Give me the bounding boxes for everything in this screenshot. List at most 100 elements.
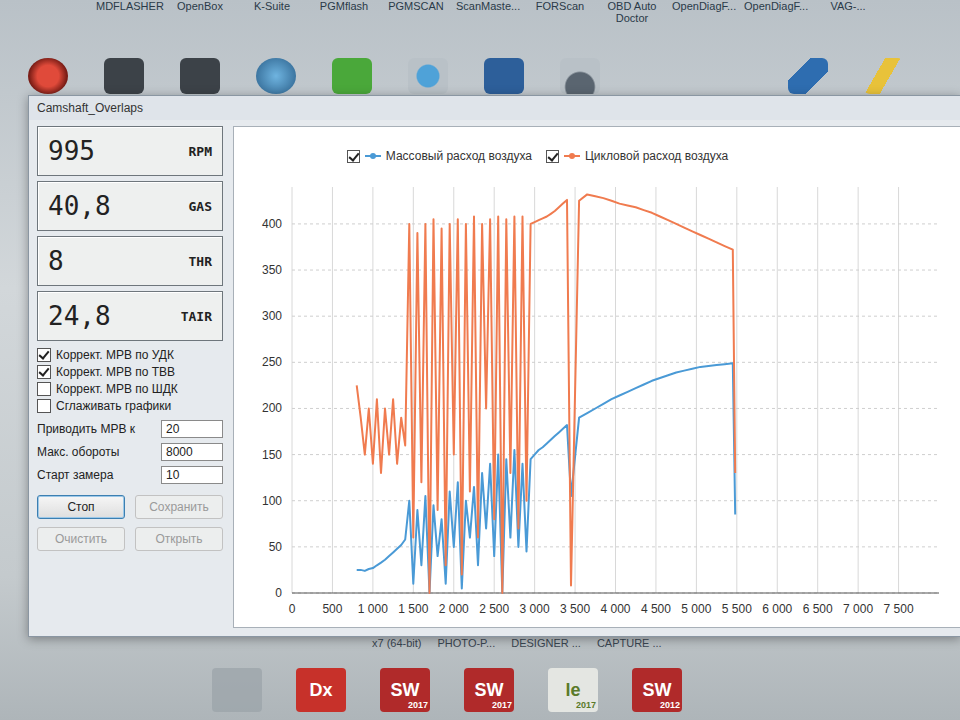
desktop-icon-label[interactable]: ScanMaste...	[456, 0, 520, 24]
action-button[interactable]: Сохранить	[135, 495, 223, 519]
desktop-app-icon[interactable]	[256, 58, 296, 94]
checkbox-icon[interactable]	[37, 365, 51, 379]
desktop-app-icon[interactable]	[788, 58, 828, 94]
line-chart: 05010015020025030035040005001 0001 5002 …	[234, 175, 949, 625]
desktop-icon-label[interactable]: K-Suite	[240, 0, 304, 24]
desktop: MDFLASHER OpenBox K-Suite PGMflash PGMSCAN Sc…	[0, 0, 960, 720]
x-tick-label: 1 000	[358, 602, 388, 616]
desktop-icon-label[interactable]: x7 (64-bit)	[372, 637, 422, 649]
readout: 995RPM	[37, 126, 223, 176]
grid-line	[858, 187, 859, 593]
desktop-icon-label[interactable]: PGMSCAN	[384, 0, 448, 24]
grid-line	[292, 500, 939, 501]
x-tick-label: 7 000	[843, 602, 873, 616]
app-icon-text: SW	[475, 680, 504, 701]
grid-line	[292, 223, 939, 224]
desktop-app-icon[interactable]	[940, 58, 960, 94]
desktop-app-icon[interactable]	[28, 58, 68, 94]
field-list: Приводить МРВ к20Макс. обороты8000Старт …	[37, 420, 223, 484]
app-icon-badge: 2017	[408, 700, 428, 710]
x-tick-label: 6 500	[803, 602, 833, 616]
y-tick-label: 50	[269, 540, 283, 554]
desktop-app-icon[interactable]	[104, 58, 144, 94]
desktop-app-icon[interactable]: SW2017	[464, 668, 514, 712]
desktop-app-icon[interactable]: SW2012	[632, 668, 682, 712]
desktop-icon-label[interactable]: PGMflash	[312, 0, 376, 24]
app-icon-text: Dx	[309, 680, 332, 701]
desktop-icon-label[interactable]: PHOTO-P...	[438, 637, 496, 649]
app-icon-badge: 2012	[660, 700, 680, 710]
y-tick-label: 350	[262, 263, 282, 277]
readout-value: 8	[48, 246, 64, 276]
action-button[interactable]: Стоп	[37, 495, 125, 519]
y-tick-label: 300	[262, 309, 282, 323]
readout-value: 995	[48, 136, 95, 166]
option-checkbox[interactable]: Коррект. МРВ по ТВВ	[37, 365, 223, 379]
x-tick-label: 4 500	[641, 602, 671, 616]
desktop-app-icon[interactable]: SW2017	[380, 668, 430, 712]
desktop-app-icon[interactable]	[408, 58, 448, 94]
action-button[interactable]: Открыть	[135, 527, 223, 551]
field-input[interactable]: 20	[161, 420, 223, 438]
y-tick-label: 250	[262, 355, 282, 369]
readout: 8 THR	[37, 236, 223, 286]
app-icon-badge: 2017	[492, 700, 512, 710]
checkbox-icon[interactable]	[37, 348, 51, 362]
x-tick-label: 5 000	[681, 602, 711, 616]
grid-line	[655, 187, 656, 593]
grid-line	[292, 593, 939, 594]
checkbox-icon[interactable]	[37, 399, 51, 413]
legend-item[interactable]: Массовый расход воздуха	[347, 149, 532, 163]
x-tick-label: 3 000	[520, 602, 550, 616]
series-line	[357, 194, 736, 593]
window-title: Camshaft_Overlaps	[37, 101, 143, 115]
desktop-icon-label[interactable]: OpenDiagF...	[744, 0, 808, 24]
desktop-app-icon[interactable]	[636, 58, 676, 94]
button-group: Стоп Сохранить Очистить Открыть	[37, 495, 223, 551]
legend-item[interactable]: Цикловой расход воздуха	[546, 149, 728, 163]
readout-unit: THR	[189, 254, 212, 269]
option-checkbox[interactable]: Сглаживать графики	[37, 399, 223, 413]
desktop-icon-label[interactable]: VAG-...	[816, 0, 880, 24]
grid-line	[898, 187, 899, 593]
desktop-icon-label[interactable]: DESIGNER ...	[511, 637, 581, 649]
desktop-app-icon[interactable]	[484, 58, 524, 94]
desktop-icon-label[interactable]: OBD Auto Doctor	[600, 0, 664, 24]
app-window: Camshaft_Overlaps995RPM40,8GAS8THR24,8TA…	[28, 95, 960, 637]
desktop-app-icon[interactable]	[864, 58, 904, 94]
desktop-app-icon[interactable]: le2017	[548, 668, 598, 712]
grid-line	[332, 187, 333, 593]
grid-line	[696, 187, 697, 593]
desktop-icon-label[interactable]: OpenDiagF...	[672, 0, 736, 24]
legend-label: Цикловой расход воздуха	[585, 149, 728, 163]
option-checkbox[interactable]: Коррект. МРВ по УДК	[37, 348, 223, 362]
y-tick-label: 400	[262, 217, 282, 231]
desktop-icon-label[interactable]: MDFLASHER	[96, 0, 160, 24]
desktop-app-icon[interactable]	[332, 58, 372, 94]
field-input[interactable]: 8000	[161, 443, 223, 461]
x-tick-label: 7 500	[884, 602, 914, 616]
action-button[interactable]: Очистить	[37, 527, 125, 551]
desktop-icon-label[interactable]: FORScan	[528, 0, 592, 24]
field-row: Макс. обороты 8000	[37, 443, 223, 461]
desktop-icon-label[interactable]: CAPTURE ...	[597, 637, 662, 649]
option-checkbox[interactable]: Коррект. МРВ по ШДК	[37, 382, 223, 396]
desktop-icon-row	[28, 58, 960, 94]
field-input[interactable]: 10	[161, 466, 223, 484]
desktop-app-icon[interactable]	[560, 58, 600, 94]
desktop-app-icon[interactable]	[212, 668, 262, 712]
checkbox-icon[interactable]	[347, 150, 360, 163]
desktop-app-icon[interactable]: Dx	[296, 668, 346, 712]
grid	[292, 187, 939, 593]
desktop-app-icon[interactable]	[712, 58, 752, 94]
desktop-icon-label[interactable]: OpenBox	[168, 0, 232, 24]
desktop-app-icon[interactable]	[180, 58, 220, 94]
field-label: Макс. обороты	[37, 445, 119, 459]
x-tick-label: 6 000	[762, 602, 792, 616]
checkbox-icon[interactable]	[37, 382, 51, 396]
option-label: Коррект. МРВ по УДК	[56, 348, 174, 362]
grid-line	[777, 187, 778, 593]
legend-line-icon	[365, 155, 381, 157]
title-bar[interactable]: Camshaft_Overlaps	[29, 96, 960, 120]
checkbox-icon[interactable]	[546, 150, 559, 163]
